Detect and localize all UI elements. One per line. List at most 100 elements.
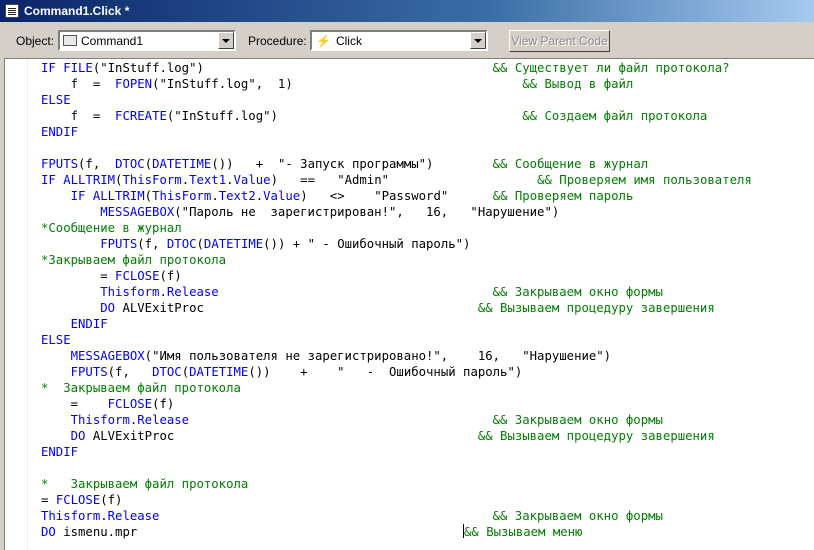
code-token: ALVExitProc bbox=[122, 301, 478, 315]
code-comment: *Сообщение в журнал bbox=[41, 221, 182, 235]
code-token: . bbox=[159, 285, 167, 299]
code-text[interactable]: IF FILE("InStuff.log") && Существует ли … bbox=[41, 60, 752, 540]
code-token: = bbox=[41, 397, 108, 411]
code-line[interactable]: IF ALLTRIM(ThisForm.Text1.Value) == "Adm… bbox=[41, 172, 752, 188]
code-identifier: Release bbox=[166, 285, 219, 299]
code-line[interactable]: ENDIF bbox=[41, 124, 752, 140]
code-keyword: DO bbox=[41, 525, 64, 539]
code-keyword: DO bbox=[70, 429, 93, 443]
code-token: (f, bbox=[107, 365, 153, 379]
code-line[interactable]: = FCLOSE(f) bbox=[41, 268, 752, 284]
code-comment: * Закрываем файл протокола bbox=[41, 381, 241, 395]
chevron-down-icon[interactable] bbox=[470, 32, 486, 49]
code-identifier: ALLTRIM bbox=[63, 173, 116, 187]
code-comment: && Существует ли файл протокола? bbox=[492, 61, 730, 75]
code-identifier: Text2 bbox=[218, 189, 256, 203]
code-identifier: FPUTS bbox=[70, 365, 108, 379]
code-line[interactable]: Thisform.Release && Закрываем окно формы bbox=[41, 508, 752, 524]
code-line[interactable]: * Закрываем файл протокола bbox=[41, 476, 752, 492]
code-line[interactable]: ENDIF bbox=[41, 316, 752, 332]
code-identifier: ThisForm bbox=[122, 173, 182, 187]
object-combo-value: Command1 bbox=[81, 33, 144, 48]
code-line[interactable]: MESSAGEBOX("Пароль не зарегистрирован!",… bbox=[41, 204, 752, 220]
code-token: (f) bbox=[100, 493, 123, 507]
lightning-bolt-icon: ⚡ bbox=[316, 33, 331, 48]
code-token: ) == "Admin" bbox=[270, 173, 538, 187]
code-keyword: ELSE bbox=[41, 333, 71, 347]
code-line[interactable]: * Закрываем файл протокола bbox=[41, 380, 752, 396]
code-identifier: FPUTS bbox=[41, 157, 79, 171]
object-combo[interactable]: Command1 bbox=[58, 30, 236, 51]
code-token: . bbox=[181, 173, 190, 187]
code-comment: *Закрываем файл протокола bbox=[41, 253, 227, 267]
code-line[interactable]: *Сообщение в журнал bbox=[41, 220, 752, 236]
code-line[interactable]: Thisform.Release && Закрываем окно формы bbox=[41, 412, 752, 428]
code-line[interactable]: DO ALVExitProc && Вызываем процедуру зав… bbox=[41, 300, 752, 316]
title-bar[interactable]: Command1.Click * bbox=[0, 0, 814, 22]
code-identifier: FPUTS bbox=[100, 237, 138, 251]
code-line[interactable]: IF ALLTRIM(ThisForm.Text2.Value) <> "Pas… bbox=[41, 188, 752, 204]
code-identifier: DATETIME bbox=[203, 237, 264, 251]
code-comment: && Закрываем окно формы bbox=[492, 285, 663, 299]
code-token: = bbox=[41, 493, 56, 507]
code-token: . bbox=[211, 189, 219, 203]
code-token: ()) + " - Ошибочный пароль") bbox=[263, 237, 471, 251]
code-comment: && Закрываем окно формы bbox=[492, 509, 663, 523]
code-line[interactable] bbox=[41, 140, 752, 156]
code-comment: && Вывод в файл bbox=[522, 77, 634, 91]
view-parent-code-button[interactable]: View Parent Code bbox=[509, 30, 610, 52]
code-line[interactable]: IF FILE("InStuff.log") && Существует ли … bbox=[41, 60, 752, 76]
code-window-icon bbox=[5, 4, 19, 18]
code-keyword: ELSE bbox=[41, 93, 71, 107]
code-line[interactable]: ELSE bbox=[41, 92, 752, 108]
code-line[interactable]: Thisform.Release && Закрываем окно формы bbox=[41, 284, 752, 300]
code-line[interactable]: f = FOPEN("InStuff.log", 1) && Вывод в ф… bbox=[41, 76, 752, 92]
code-identifier: DTOC bbox=[166, 237, 197, 251]
code-comment: && Создаем файл протокола bbox=[522, 109, 708, 123]
object-label: Object: bbox=[16, 34, 55, 48]
code-token: ("InStuff.log") bbox=[166, 109, 278, 123]
code-identifier: FILE bbox=[63, 61, 93, 75]
procedure-combo[interactable]: ⚡ Click bbox=[310, 30, 488, 51]
code-line[interactable]: f = FCREATE("InStuff.log") && Создаем фа… bbox=[41, 108, 752, 124]
code-token: ()) + " - Ошибочный пароль") bbox=[248, 365, 523, 379]
code-token: ( bbox=[144, 157, 153, 171]
code-line[interactable]: *Закрываем файл протокола bbox=[41, 252, 752, 268]
code-comment: * Закрываем файл протокола bbox=[41, 477, 249, 491]
code-identifier: ThisForm bbox=[152, 189, 212, 203]
code-line[interactable]: ELSE bbox=[41, 332, 752, 348]
code-identifier: Text1 bbox=[189, 173, 227, 187]
chevron-down-icon[interactable] bbox=[218, 32, 234, 49]
code-line[interactable]: = FCLOSE(f) bbox=[41, 492, 752, 508]
code-token: ("Имя пользователя не зарегистрировано!"… bbox=[144, 349, 612, 363]
code-identifier: DTOC bbox=[152, 365, 182, 379]
code-line[interactable]: DO ismenu.mpr && Вызываем меню bbox=[41, 524, 752, 540]
code-line[interactable]: FPUTS(f, DTOC(DATETIME()) + " - Ошибочны… bbox=[41, 236, 752, 252]
code-identifier: FCLOSE bbox=[55, 493, 101, 507]
code-line[interactable]: FPUTS(f, DTOC(DATETIME()) + " - Ошибочны… bbox=[41, 364, 752, 380]
code-keyword: ENDIF bbox=[41, 125, 79, 139]
code-editor[interactable]: IF FILE("InStuff.log") && Существует ли … bbox=[4, 58, 814, 550]
code-token: (f, bbox=[78, 157, 116, 171]
code-token: (f) bbox=[152, 397, 175, 411]
code-identifier: FCREATE bbox=[115, 109, 167, 123]
code-line[interactable]: MESSAGEBOX("Имя пользователя не зарегист… bbox=[41, 348, 752, 364]
code-comment: && Сообщение в журнал bbox=[492, 157, 649, 171]
editor-gutter bbox=[5, 59, 28, 550]
code-line[interactable] bbox=[41, 460, 752, 476]
procedure-label: Procedure: bbox=[248, 34, 307, 48]
code-line[interactable]: = FCLOSE(f) bbox=[41, 396, 752, 412]
code-line[interactable]: FPUTS(f, DTOC(DATETIME()) + "- Запуск пр… bbox=[41, 156, 752, 172]
code-line[interactable]: DO ALVExitProc && Вызываем процедуру зав… bbox=[41, 428, 752, 444]
code-comment: && Проверяем имя пользователя bbox=[537, 173, 752, 187]
code-line[interactable]: ENDIF bbox=[41, 444, 752, 460]
code-identifier: Value bbox=[263, 189, 301, 203]
code-comment: && Вызываем процедуру завершения bbox=[477, 301, 715, 315]
code-comment: && Вызываем процедуру завершения bbox=[477, 429, 715, 443]
